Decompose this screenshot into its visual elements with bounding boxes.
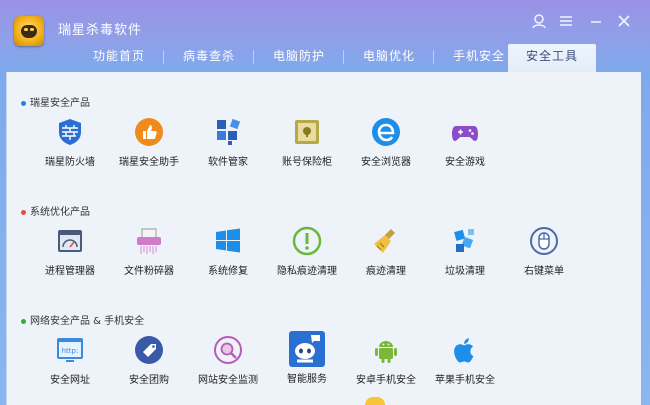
tab-pc-protection[interactable]: 电脑防护 bbox=[254, 44, 344, 72]
thumbs-up-icon bbox=[135, 118, 163, 146]
section-title-network-mobile: 网络安全产品 & 手机安全 bbox=[21, 312, 144, 327]
close-icon[interactable] bbox=[615, 13, 633, 31]
shredder-icon bbox=[137, 228, 161, 254]
menu-icon[interactable] bbox=[557, 13, 575, 31]
title-bar[interactable]: 瑞星杀毒软件 bbox=[0, 0, 650, 46]
tab-home[interactable]: 功能首页 bbox=[74, 44, 164, 72]
tab-pc-optimize[interactable]: 电脑优化 bbox=[344, 44, 434, 72]
tool-account-safe[interactable]: 账号保险柜 bbox=[267, 117, 347, 168]
section-title-rising-products: 瑞星安全产品 bbox=[21, 94, 90, 109]
tool-junk-clean[interactable]: 垃圾清理 bbox=[425, 226, 505, 277]
svg-text:http:: http: bbox=[62, 347, 79, 355]
tag-icon bbox=[135, 336, 163, 364]
scrollbar[interactable] bbox=[633, 74, 641, 399]
lion-mascot-icon bbox=[365, 397, 385, 405]
tool-smart-service[interactable]: 智能服务 bbox=[267, 331, 347, 385]
tool-firewall[interactable]: 瑞星防火墙 bbox=[30, 117, 110, 168]
bullet-icon bbox=[21, 318, 26, 324]
tool-safe-group-buy[interactable]: 安全团购 bbox=[109, 335, 189, 386]
mouse-icon bbox=[530, 227, 558, 255]
main-tabs: 功能首页 病毒查杀 电脑防护 电脑优化 手机安全 安全工具 bbox=[0, 44, 650, 74]
apple-icon bbox=[454, 338, 474, 363]
tool-apple-security[interactable]: 苹果手机安全 bbox=[425, 335, 505, 386]
app-title: 瑞星杀毒软件 bbox=[58, 23, 143, 38]
robot-icon bbox=[289, 331, 325, 367]
magnifier-icon bbox=[214, 336, 242, 364]
process-window-icon bbox=[58, 230, 82, 252]
tool-safe-url[interactable]: http: 安全网址 bbox=[30, 335, 110, 386]
trash-blocks-icon bbox=[454, 229, 474, 252]
tool-website-monitor[interactable]: 网站安全监测 bbox=[188, 335, 268, 386]
tool-software-manager[interactable]: 软件管家 bbox=[188, 117, 268, 168]
gamepad-icon bbox=[452, 126, 478, 141]
browser-e-icon bbox=[372, 118, 400, 146]
minimize-icon[interactable] bbox=[587, 13, 605, 31]
tool-process-manager[interactable]: 进程管理器 bbox=[30, 226, 110, 277]
tool-safe-browser[interactable]: 安全浏览器 bbox=[346, 117, 426, 168]
windows-icon bbox=[216, 228, 240, 253]
http-icon: http: bbox=[57, 338, 83, 362]
safe-icon bbox=[295, 120, 319, 144]
tool-context-menu[interactable]: 右键菜单 bbox=[504, 226, 584, 277]
android-icon bbox=[375, 341, 397, 363]
tool-safe-game[interactable]: 安全游戏 bbox=[425, 117, 505, 168]
tool-privacy-clean[interactable]: 隐私痕迹清理 bbox=[267, 226, 347, 277]
tool-android-security[interactable]: 安卓手机安全 bbox=[346, 335, 426, 386]
user-icon[interactable] bbox=[530, 13, 548, 31]
bullet-icon bbox=[21, 209, 26, 215]
tool-trace-clean[interactable]: 痕迹清理 bbox=[346, 226, 426, 277]
rising-lion-logo bbox=[14, 16, 44, 46]
tool-security-assistant[interactable]: 瑞星安全助手 bbox=[109, 117, 189, 168]
tab-virus-scan[interactable]: 病毒查杀 bbox=[164, 44, 254, 72]
firewall-icon bbox=[59, 119, 81, 145]
bullet-icon bbox=[21, 100, 26, 106]
tab-security-tools[interactable]: 安全工具 bbox=[508, 44, 596, 74]
tools-panel: 瑞星安全产品 瑞星防火墙 瑞星安全助手 软件管家 账号保险柜 安全浏览器 安全游… bbox=[6, 72, 641, 405]
software-blocks-icon bbox=[217, 118, 241, 145]
tool-system-repair[interactable]: 系统修复 bbox=[188, 226, 268, 277]
tool-file-shredder[interactable]: 文件粉碎器 bbox=[109, 226, 189, 277]
main-window: 瑞星杀毒软件 功能首页 病毒查杀 电脑防护 电脑优化 手机安全 安全工具 瑞星安… bbox=[0, 0, 650, 405]
section-title-system-optimize: 系统优化产品 bbox=[21, 203, 90, 218]
broom-icon bbox=[374, 229, 395, 253]
exclamation-icon bbox=[292, 226, 322, 256]
